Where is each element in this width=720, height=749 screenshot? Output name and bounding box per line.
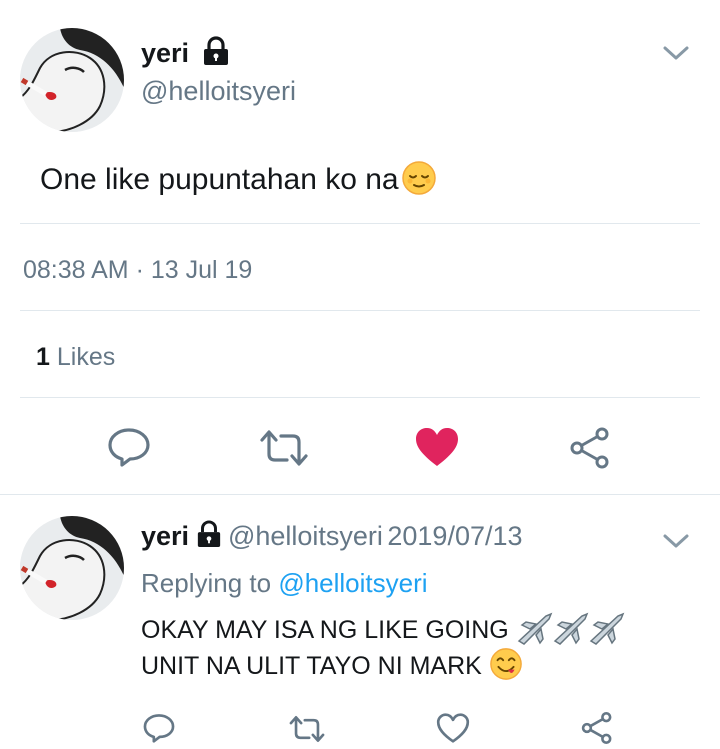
tweet-time: 08:38 AM [23, 256, 129, 284]
heart-icon[interactable] [436, 712, 470, 744]
reply-icon[interactable] [142, 712, 176, 744]
lock-icon [197, 520, 220, 547]
divider [20, 310, 700, 311]
reply-author-name[interactable]: yeri [141, 521, 189, 551]
likes-label: Likes [56, 343, 116, 371]
reply-icon[interactable] [106, 426, 152, 468]
likes-number: 1 [36, 343, 50, 371]
relieved-face-icon [401, 161, 436, 195]
tweet-text-content: One like pupuntahan ko na [40, 163, 399, 196]
replying-to: Replying to @helloitsyeri [141, 568, 428, 599]
heart-icon[interactable] [414, 426, 460, 468]
share-icon[interactable] [568, 426, 612, 470]
tweet-timestamp[interactable]: 08:38 AM · 13 Jul 19 [23, 256, 252, 285]
chevron-down-icon[interactable] [662, 532, 690, 550]
divider [20, 397, 700, 398]
chevron-down-icon[interactable] [662, 44, 690, 62]
avatar[interactable] [20, 28, 124, 132]
reply-text-line2: UNIT NA ULIT TAYO NI MARK [141, 648, 523, 684]
share-icon[interactable] [580, 711, 614, 745]
avatar[interactable] [20, 516, 124, 620]
replying-mention[interactable]: @helloitsyeri [278, 568, 427, 598]
reply-author-handle[interactable]: @helloitsyeri [228, 521, 383, 551]
meta-separator: · [135, 256, 144, 284]
reply-line2: UNIT NA ULIT TAYO NI MARK [141, 652, 482, 680]
section-divider [0, 494, 720, 495]
author-handle[interactable]: @helloitsyeri [141, 76, 296, 107]
reply-text-line1: OKAY MAY ISA NG LIKE GOING [141, 612, 626, 648]
author-name[interactable]: yeri [141, 38, 189, 69]
tweet-text: One like pupuntahan ko na [40, 161, 437, 197]
tweet-date: 13 Jul 19 [150, 256, 253, 284]
retweet-icon[interactable] [288, 714, 326, 744]
retweet-icon[interactable] [258, 428, 310, 468]
lock-icon [204, 36, 228, 65]
reply-date: 2019/07/13 [387, 521, 523, 551]
reply-header: yeri @helloitsyeri 2019/07/13 [141, 520, 523, 552]
reply-line1: OKAY MAY ISA NG LIKE GOING [141, 616, 509, 644]
divider [20, 223, 700, 224]
face-savoring-food-icon [489, 648, 522, 681]
likes-count[interactable]: 1 Likes [36, 343, 115, 372]
replying-label: Replying to [141, 568, 272, 598]
airplane-icon [517, 613, 625, 646]
